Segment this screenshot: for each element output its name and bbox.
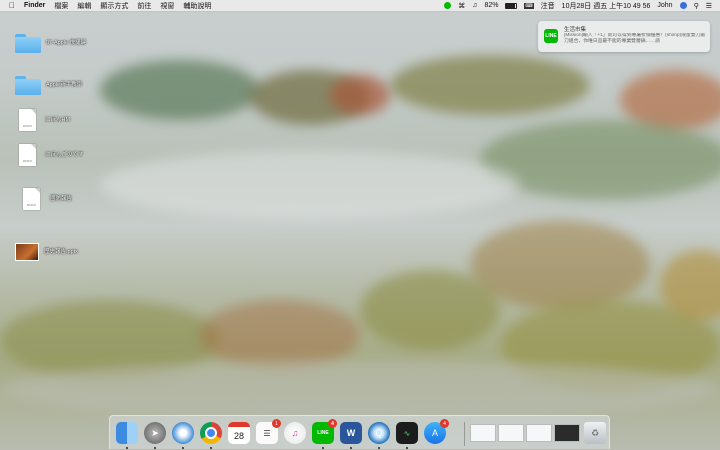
chrome-icon[interactable] <box>200 422 222 444</box>
finder-icon[interactable] <box>116 422 138 444</box>
activity-monitor-icon[interactable]: ∿ <box>396 422 418 444</box>
running-indicator <box>154 447 156 449</box>
app-store-badge: 4 <box>440 419 449 428</box>
input-method-label[interactable]: 注音 <box>541 1 555 11</box>
input-method-icon[interactable]: ⌨ <box>524 2 534 9</box>
spotlight-icon[interactable]: ⚲ <box>694 2 699 10</box>
desktop-item-label: Apple新手教學 <box>46 82 83 88</box>
desktop-item-label: 07-Apple 快捷鍵 <box>46 40 87 46</box>
battery-icon[interactable] <box>505 2 518 9</box>
pptx-icon <box>15 243 39 261</box>
desktop-wallpaper <box>0 0 720 450</box>
app-store-icon[interactable]: A4 <box>424 419 449 444</box>
menu-view[interactable]: 顯示方式 <box>100 1 128 11</box>
desktop-item-label: にほんHM <box>45 116 71 123</box>
minimized-window-1[interactable] <box>470 424 496 442</box>
menu-window[interactable]: 視窗 <box>160 1 174 11</box>
wifi-icon[interactable]: ⌘ <box>458 2 465 10</box>
dock-divider <box>464 422 465 446</box>
docx-icon: DOCX <box>19 144 36 166</box>
desktop-item-folder-shortcuts[interactable]: 07-Apple 快捷鍵 <box>15 34 86 53</box>
reminders-icon[interactable]: ☰ 1 <box>256 419 281 444</box>
minimized-window-3[interactable] <box>526 424 552 442</box>
minimized-window-4[interactable] <box>554 424 580 442</box>
folder-icon <box>15 76 41 95</box>
running-indicator <box>322 447 324 449</box>
running-indicator <box>406 447 408 449</box>
line-badge: 4 <box>328 419 337 428</box>
desktop-item-doc-hm[interactable]: DOCX にほんHM <box>19 109 70 131</box>
desktop-item-label: 國防報告 <box>50 195 73 202</box>
volume-icon[interactable]: ♫ <box>472 2 477 9</box>
line-app-icon: LINE <box>544 29 558 43</box>
minimized-window-2[interactable] <box>498 424 524 442</box>
menu-app-name[interactable]: Finder <box>24 2 45 9</box>
menu-file[interactable]: 檔案 <box>54 1 68 11</box>
siri-icon[interactable] <box>679 2 687 9</box>
desktop-item-label: にほんごのです <box>45 151 84 158</box>
desktop-item-doc-nihongo[interactable]: DOCX にほんごのです <box>19 144 84 166</box>
reminders-badge: 1 <box>272 419 281 428</box>
battery-percent[interactable]: 82% <box>484 2 498 9</box>
trash-icon[interactable]: ♻ <box>584 422 606 444</box>
itunes-icon[interactable]: ♫ <box>284 422 306 444</box>
docx-icon: DOCX <box>23 188 40 210</box>
desktop-item-folder-tutorial[interactable]: Apple新手教學 <box>15 76 82 95</box>
menu-go[interactable]: 前往 <box>137 1 151 11</box>
quicktime-icon[interactable]: Q <box>368 422 390 444</box>
desktop-item-doc-defense[interactable]: DOCX 國防報告 <box>23 188 72 210</box>
running-indicator <box>210 447 212 449</box>
desktop-item-pptx-history[interactable]: 歷史報告.pptx <box>15 243 78 261</box>
notification-message: [Mission]輸入「+1」就可以得到專屬折價優惠！(shimp)限量雙刀鍛刀… <box>564 33 706 44</box>
word-icon[interactable]: W <box>340 422 362 444</box>
running-indicator <box>182 447 184 449</box>
clock[interactable]: 10月28日 週五 上午10 49 56 <box>562 1 651 11</box>
running-indicator <box>350 447 352 449</box>
calendar-icon[interactable]: 28 <box>228 422 250 444</box>
running-indicator <box>126 447 128 449</box>
menu-help[interactable]: 輔助說明 <box>183 1 211 11</box>
apple-menu-icon[interactable]:  <box>9 1 15 10</box>
notification-title: 生活市集 <box>564 27 587 33</box>
docx-icon: DOCX <box>19 109 36 131</box>
launchpad-icon[interactable]: ➤ <box>144 422 166 444</box>
dock: ➤ 28 ☰ 1 ♫ LINE 4 W Q ∿ A4 ♻ <box>109 415 610 449</box>
menu-edit[interactable]: 編輯 <box>77 1 91 11</box>
notification-center-icon[interactable]: ☰ <box>706 2 712 10</box>
notification-banner[interactable]: LINE 生活市集 [Mission]輸入「+1」就可以得到專屬折價優惠！(sh… <box>538 21 710 52</box>
menu-bar:  Finder 檔案 編輯 顯示方式 前往 視窗 輔助說明 ⌘ ♫ 82% ⌨… <box>0 0 720 11</box>
safari-icon[interactable] <box>172 422 194 444</box>
user-name[interactable]: John <box>657 2 672 9</box>
line-status-icon[interactable] <box>444 2 452 9</box>
running-indicator <box>378 447 380 449</box>
folder-icon <box>15 34 41 53</box>
line-icon[interactable]: LINE 4 <box>312 419 337 444</box>
desktop-item-label: 歷史報告.pptx <box>44 248 78 255</box>
